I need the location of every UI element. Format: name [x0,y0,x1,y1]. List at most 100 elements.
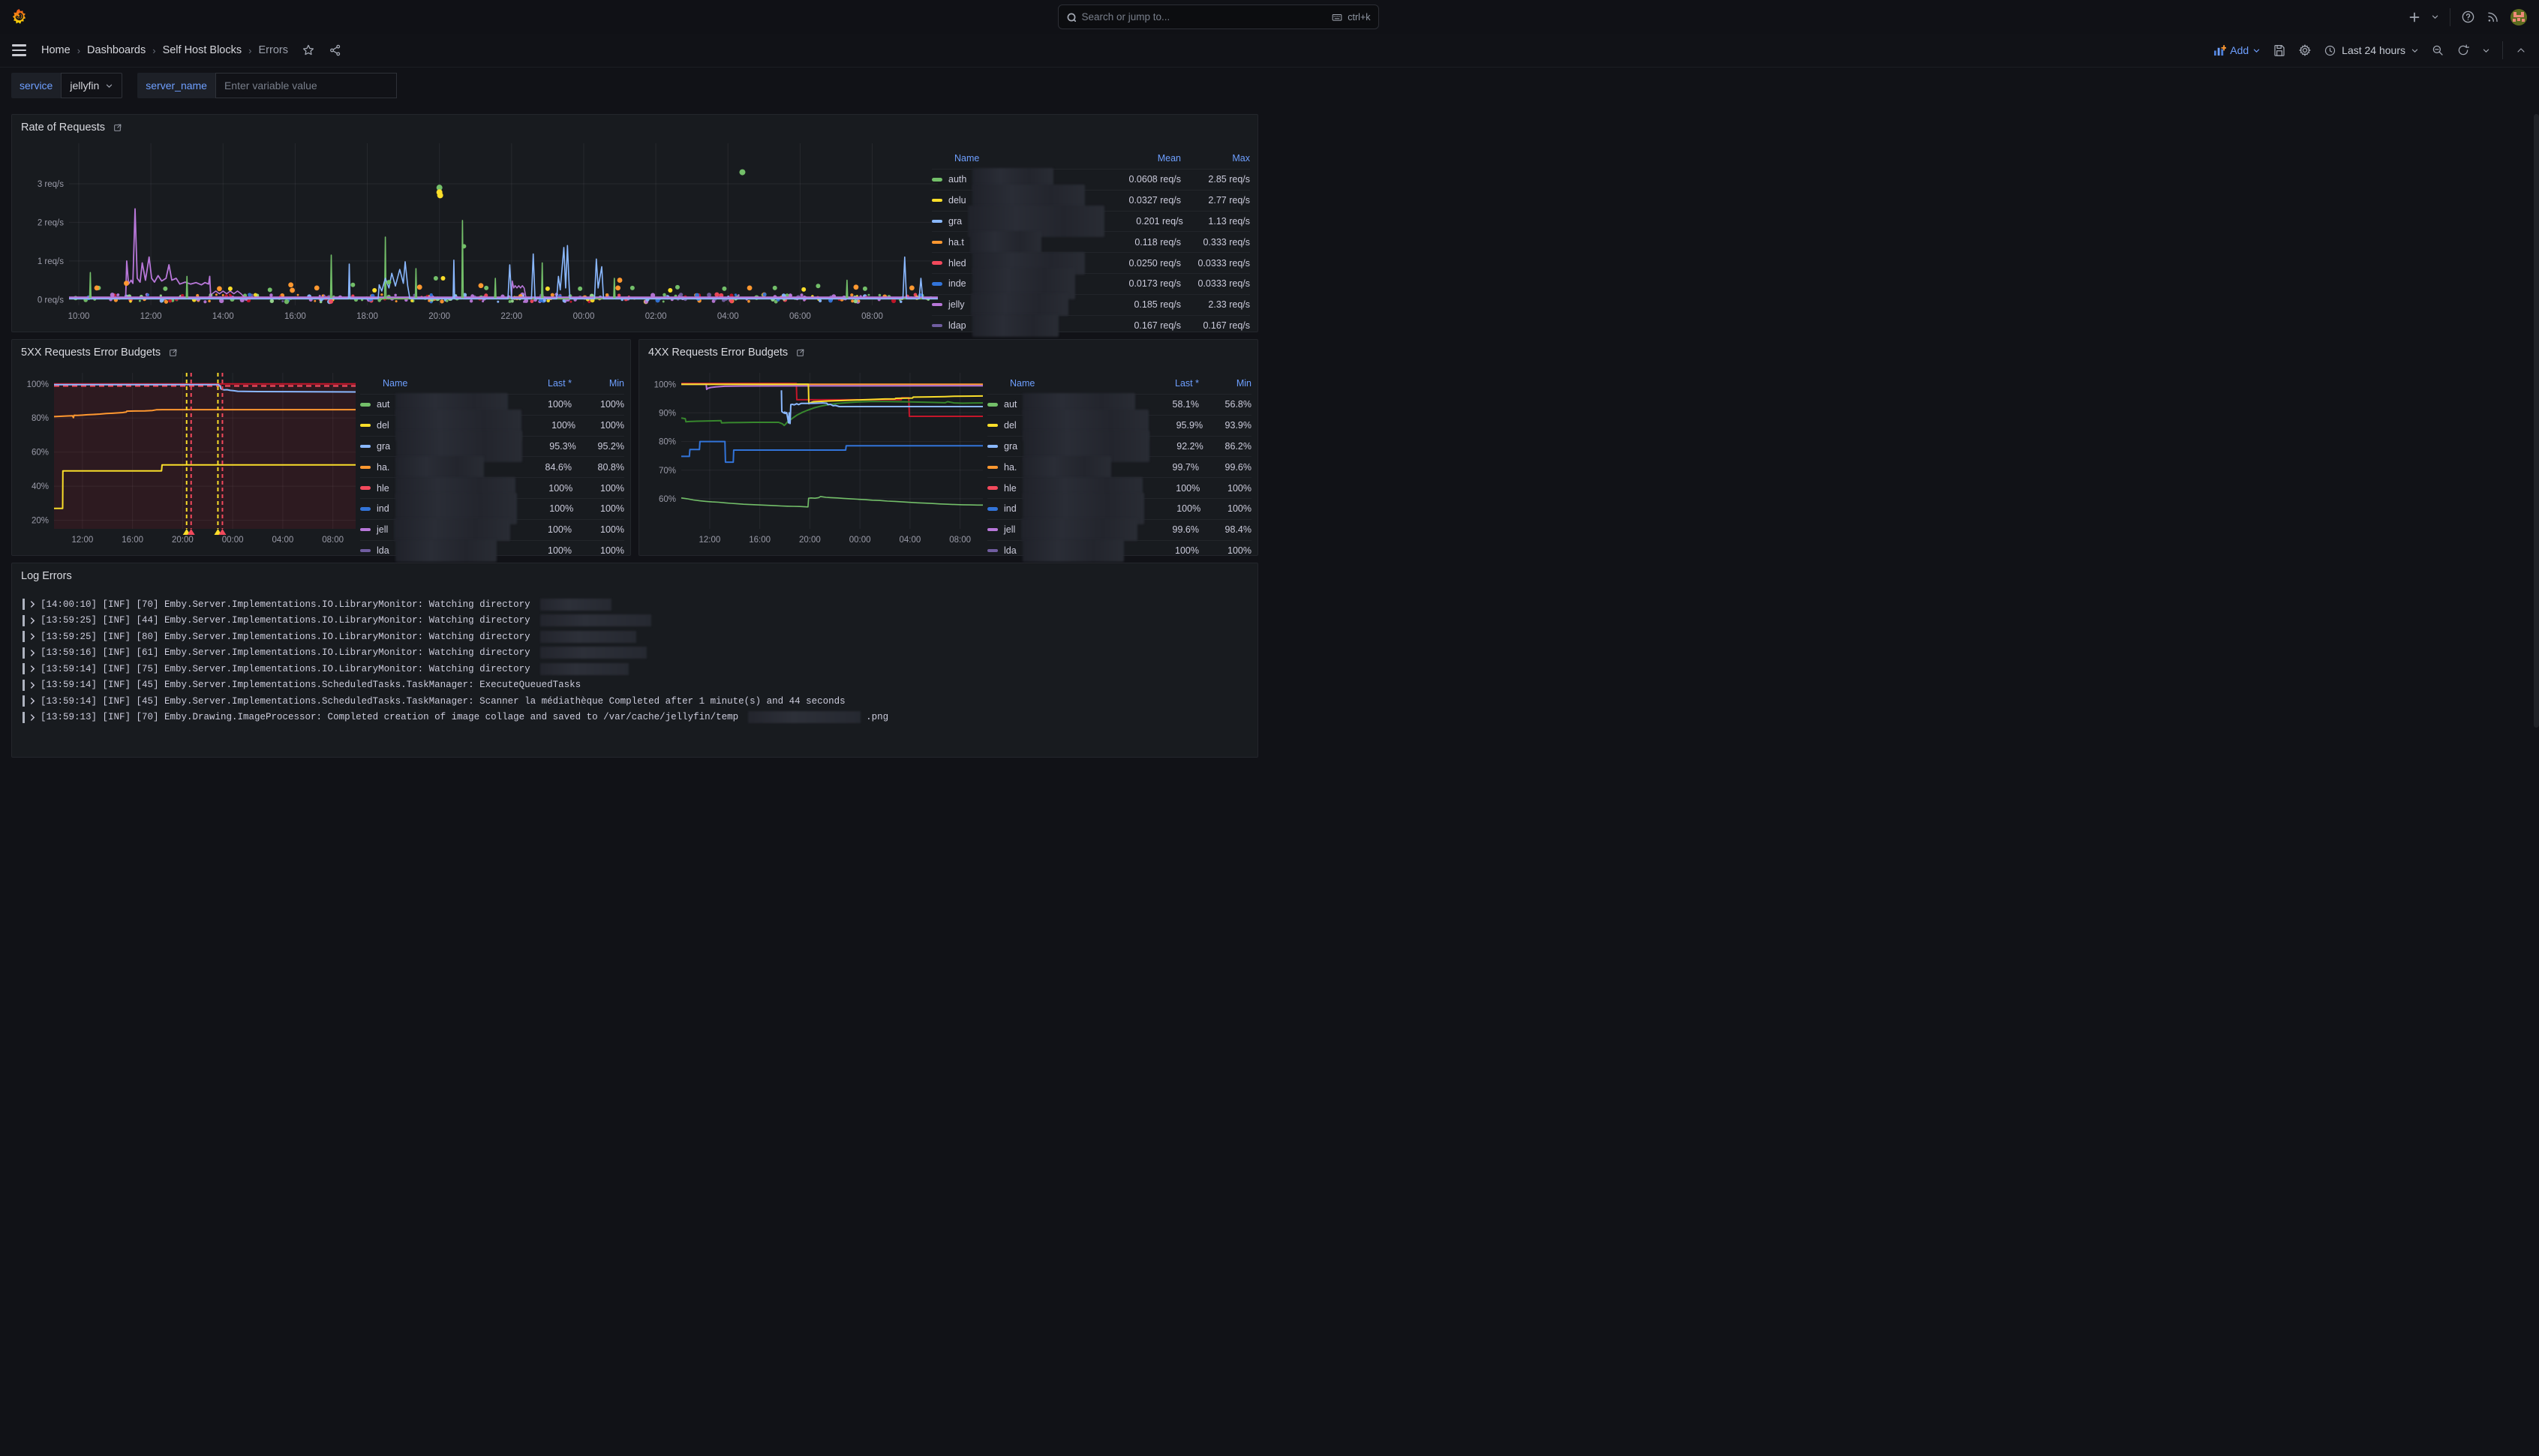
favorite-star-icon[interactable] [302,44,315,57]
external-link-icon[interactable] [113,123,122,133]
new-plus-icon[interactable] [2408,11,2420,23]
breadcrumb-dashboards[interactable]: Dashboards [87,44,146,56]
log-row[interactable]: [13:59:13] [INF] [70] Emby.Drawing.Image… [23,710,1247,726]
breadcrumb-home[interactable]: Home [41,44,71,56]
legend-series-prefix: del [377,420,389,431]
svg-text:16:00: 16:00 [284,312,306,321]
redacted-text [748,711,861,723]
log-expand-caret-icon[interactable] [30,713,35,722]
svg-text:3 req/s: 3 req/s [38,180,64,189]
log-expand-caret-icon[interactable] [30,632,35,641]
collapse-chevron-up-icon[interactable] [2515,44,2527,56]
legend-row[interactable]: ind100%100% [987,498,1251,519]
service-variable-select[interactable]: jellyfin [61,73,122,98]
log-expand-caret-icon[interactable] [30,697,35,705]
legend-row[interactable]: gra95.3%95.2% [360,436,624,457]
legend-header-col1[interactable]: Last * [513,378,572,389]
refresh-icon[interactable] [2456,44,2470,57]
legend-value-2: 0.167 req/s [1181,320,1250,331]
svg-text:10:00: 10:00 [68,312,90,321]
log-expand-caret-icon[interactable] [30,665,35,673]
log-row[interactable]: [13:59:14] [INF] [75] Emby.Server.Implem… [23,661,1247,677]
legend-header-name[interactable]: Name [954,153,1100,164]
log-message: [13:59:16] [INF] [61] Emby.Server.Implem… [41,647,530,658]
series-color-icon [987,507,998,511]
svg-text:08:00: 08:00 [861,312,883,321]
legend-header[interactable]: NameMeanMax [932,148,1250,169]
series-color-icon [932,220,942,224]
rate-chart[interactable]: 10:0012:0014:0016:0018:0020:0022:0000:00… [23,139,942,328]
panel-title-logs[interactable]: Log Errors [21,570,72,582]
menu-toggle-icon[interactable] [12,44,26,56]
legend-row[interactable]: gra0.201 req/s1.13 req/s [932,211,1250,232]
legend-header-col2[interactable]: Max [1181,153,1250,164]
legend-value-2: 0.333 req/s [1181,237,1250,248]
series-color-icon [932,282,942,286]
svg-text:16:00: 16:00 [122,536,143,545]
log-expand-caret-icon[interactable] [30,681,35,689]
series-color-icon [360,486,371,490]
legend-header-col2[interactable]: Min [572,378,624,389]
add-button[interactable]: Add [2213,44,2261,56]
breadcrumb-folder[interactable]: Self Host Blocks [163,44,242,56]
legend-header[interactable]: NameLast *Min [987,373,1251,394]
log-expand-caret-icon[interactable] [30,649,35,657]
svg-text:20:00: 20:00 [799,536,821,545]
panel-title-5xx[interactable]: 5XX Requests Error Budgets [21,347,178,359]
new-chevron-down-icon[interactable] [2431,13,2439,21]
legend-header[interactable]: NameLast *Min [360,373,624,394]
log-row[interactable]: [13:59:14] [INF] [45] Emby.Server.Implem… [23,693,1247,710]
grafana-logo-icon[interactable] [11,8,28,26]
legend-row[interactable]: jell100%100% [360,519,624,540]
log-row[interactable]: [13:59:25] [INF] [80] Emby.Server.Implem… [23,629,1247,645]
svg-text:40%: 40% [32,482,49,491]
user-avatar[interactable] [2510,9,2527,26]
redacted-text [395,456,484,479]
series-color-icon [987,528,998,532]
svg-text:22:00: 22:00 [500,312,522,321]
add-chevron-down-icon [2252,47,2261,55]
legend-row[interactable]: jelly0.185 req/s2.33 req/s [932,294,1250,315]
external-link-icon[interactable] [795,348,805,358]
log-expand-caret-icon[interactable] [30,617,35,625]
legend-row[interactable]: ind100%100% [360,498,624,519]
log-row[interactable]: [13:59:25] [INF] [44] Emby.Server.Implem… [23,613,1247,629]
share-icon[interactable] [329,44,342,57]
page-scrollbar[interactable] [2534,114,2539,728]
server-name-input[interactable]: Enter variable value [215,73,397,98]
save-dashboard-icon[interactable] [2273,44,2286,57]
legend-value-1: 100% [517,503,574,514]
external-link-icon[interactable] [168,348,178,358]
panel-title-4xx[interactable]: 4XX Requests Error Budgets [648,347,805,359]
legend-header-col1[interactable]: Last * [1140,378,1199,389]
legend-row[interactable]: lda100%100% [360,540,624,561]
log-row[interactable]: [13:59:14] [INF] [45] Emby.Server.Implem… [23,677,1247,694]
help-icon[interactable] [2461,10,2475,24]
zoom-out-icon[interactable] [2431,44,2444,57]
news-rss-icon[interactable] [2486,10,2500,24]
log-row[interactable]: [13:59:16] [INF] [61] Emby.Server.Implem… [23,645,1247,662]
legend-row[interactable]: inde0.0173 req/s0.0333 req/s [932,273,1250,294]
log-row[interactable]: [14:00:10] [INF] [70] Emby.Server.Implem… [23,596,1247,613]
fivexx-chart[interactable]: 12:0016:0020:0000:0004:0008:0020%40%60%8… [21,367,360,551]
series-color-icon [932,199,942,203]
legend-value-1: 100% [515,483,573,494]
legend-row[interactable]: jell99.6%98.4% [987,519,1251,540]
refresh-chevron-down-icon[interactable] [2482,47,2490,55]
legend-row[interactable]: ldap0.167 req/s0.167 req/s [932,315,1250,336]
legend-row[interactable]: lda100%100% [987,540,1251,561]
legend-row[interactable]: gra92.2%86.2% [987,436,1251,457]
log-expand-caret-icon[interactable] [30,600,35,608]
panel-title-rate[interactable]: Rate of Requests [21,122,122,134]
time-range-picker[interactable]: Last 24 hours [2324,44,2419,57]
legend-header-col2[interactable]: Min [1199,378,1251,389]
search-input[interactable]: Search or jump to... ctrl+k [1058,5,1379,29]
svg-text:70%: 70% [659,467,676,476]
fourxx-chart[interactable]: 12:0016:0020:0000:0004:0008:0060%70%80%9… [648,367,987,551]
series-color-icon [987,466,998,470]
legend-header-col1[interactable]: Mean [1100,153,1181,164]
legend-series-prefix: gra [948,216,962,227]
settings-gear-icon[interactable] [2298,44,2312,57]
legend-header-name[interactable]: Name [1010,378,1140,389]
legend-header-name[interactable]: Name [383,378,513,389]
